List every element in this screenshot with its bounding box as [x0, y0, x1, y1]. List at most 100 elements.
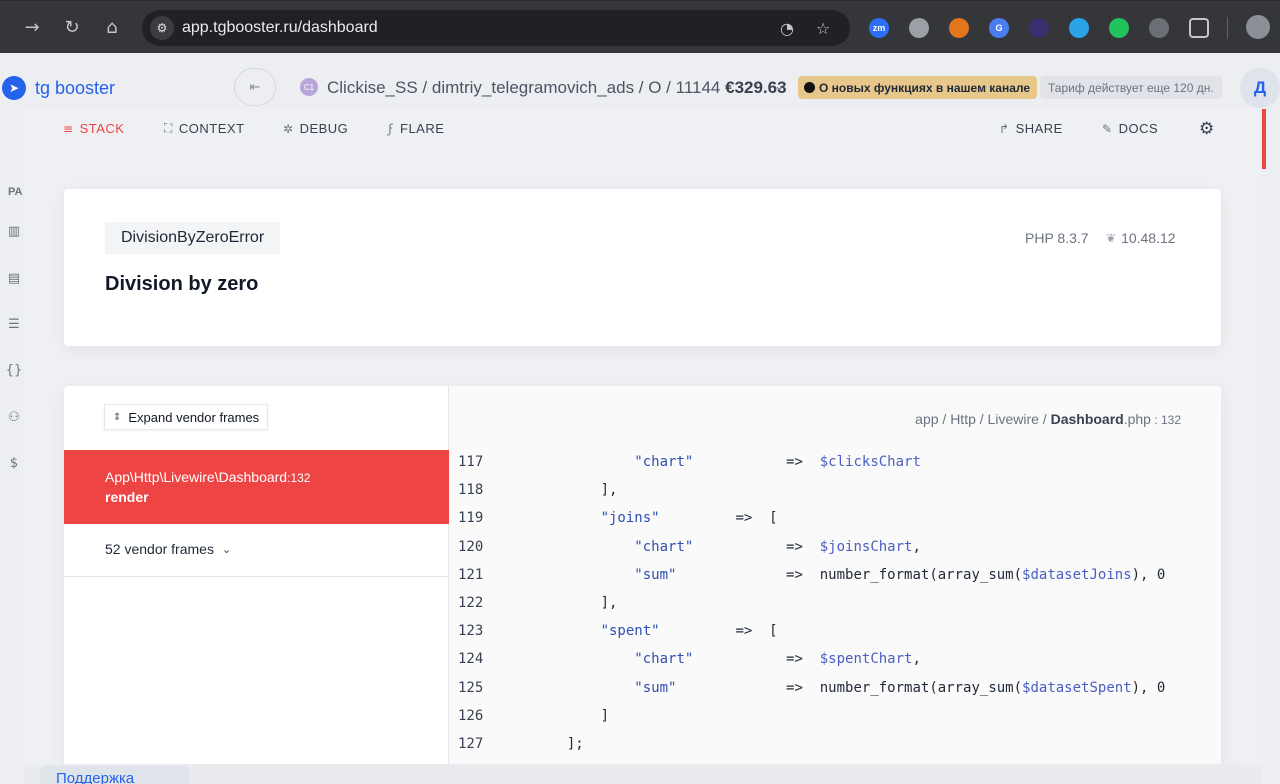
- code-braces-icon[interactable]: {}: [6, 362, 23, 378]
- file-ext: .php: [1123, 411, 1151, 427]
- file-path[interactable]: app / Http / Livewire / Dashboard.php : …: [915, 411, 1181, 427]
- news-text: О новых функциях в нашем канале: [819, 80, 1031, 95]
- telegram-extension-icon[interactable]: [1069, 18, 1089, 38]
- code-text: ],: [550, 594, 618, 611]
- code-text: ];: [550, 735, 584, 752]
- line-number: 119: [458, 510, 484, 527]
- puzzle-extensions-icon[interactable]: [1189, 18, 1209, 38]
- stack-frame-active[interactable]: App\Http\Livewire\Dashboard:132 render: [64, 450, 449, 524]
- chevron-down-icon: ⌄: [221, 542, 232, 556]
- telegram-icon: [804, 82, 815, 93]
- tariff-badge: Тариф действует еще 120 дн.: [1040, 76, 1222, 99]
- share-button[interactable]: ↱ SHARE: [999, 121, 1063, 136]
- frame-class-name: App\Http\Livewire\Dashboard: [105, 469, 288, 485]
- metamask-extension-icon[interactable]: [949, 18, 969, 38]
- bar-chart-icon[interactable]: ▥: [6, 223, 22, 239]
- frames-list: ⇕ Expand vendor frames App\Http\Livewire…: [64, 386, 449, 764]
- support-button[interactable]: Поддержка: [40, 766, 190, 784]
- code-snippet-panel: app / Http / Livewire / Dashboard.php : …: [449, 386, 1221, 764]
- expand-vendor-label: Expand vendor frames: [128, 409, 260, 425]
- translate-extension-icon[interactable]: G: [989, 18, 1009, 38]
- report-icon[interactable]: ▤: [6, 270, 22, 286]
- laravel-icon: ❦: [1106, 231, 1117, 245]
- share-icon: ↱: [999, 121, 1010, 136]
- php-version: PHP 8.3.7: [1025, 230, 1089, 246]
- file-name: Dashboard: [1050, 411, 1124, 427]
- bug-icon: ✲: [283, 121, 294, 136]
- frame-line: 132: [290, 471, 311, 485]
- forward-icon[interactable]: →: [17, 12, 47, 42]
- vpn-extension-icon[interactable]: [1029, 18, 1049, 38]
- sidebar-section-label: PA: [8, 186, 23, 198]
- bookmark-star-icon[interactable]: ☆: [811, 16, 835, 40]
- code-text: ],: [550, 482, 618, 499]
- line-number: 117: [458, 454, 484, 470]
- home-icon[interactable]: ⌂: [97, 12, 127, 42]
- code-line: 127 ];: [449, 731, 1201, 759]
- address-bar[interactable]: ⚙ app.tgbooster.ru/dashboard ◔ ☆: [142, 10, 850, 46]
- url-text[interactable]: app.tgbooster.ru/dashboard: [182, 19, 378, 37]
- code-text: "chart" => $joinsChart,: [634, 538, 921, 555]
- zoom-extension-icon[interactable]: zm: [869, 18, 889, 38]
- code-text: "chart" => $spentChart,: [634, 651, 921, 668]
- performance-icon[interactable]: ◔: [775, 16, 799, 40]
- code-line: 125 "sum" => number_format(array_sum($da…: [449, 675, 1201, 703]
- code-line: 117 "chart" => $clicksChart: [449, 449, 1201, 477]
- tab-context-label: CONTEXT: [178, 121, 245, 136]
- line-number: 123: [458, 623, 484, 640]
- line-number: 126: [458, 707, 484, 724]
- expand-vendor-frames-button[interactable]: ⇕ Expand vendor frames: [104, 404, 269, 430]
- code-text: "sum" => number_format(array_sum($datase…: [634, 566, 1166, 583]
- tab-context[interactable]: ⛶ CONTEXT: [164, 121, 245, 136]
- stack-extension-icon[interactable]: [909, 18, 929, 38]
- vendor-frames-toggle[interactable]: 52 vendor frames ⌄: [64, 524, 449, 577]
- line-number: 124: [458, 651, 484, 668]
- laravel-version: ❦ 10.48.12: [1106, 230, 1176, 246]
- toolbar-separator: [1227, 17, 1228, 39]
- docs-button[interactable]: ✎ DOCS: [1102, 121, 1158, 136]
- user-avatar[interactable]: Д: [1240, 68, 1280, 108]
- line-number: 127: [458, 735, 484, 752]
- tab-debug[interactable]: ✲ DEBUG: [283, 121, 348, 136]
- reload-icon[interactable]: ↻: [57, 12, 87, 42]
- stack-trace-card: ⇕ Expand vendor frames App\Http\Livewire…: [64, 386, 1221, 764]
- grey-extension-icon[interactable]: [1149, 18, 1169, 38]
- line-number: 125: [458, 679, 484, 696]
- code-line: 121 "sum" => number_format(array_sum($da…: [449, 562, 1201, 590]
- code-line: 126 ]: [449, 703, 1201, 731]
- frame-method: render: [105, 489, 149, 505]
- exception-message: Division by zero: [105, 273, 259, 295]
- stack-icon: ≡: [63, 121, 74, 136]
- code-text: "spent" => [: [600, 623, 778, 640]
- news-banner[interactable]: О новых функциях в нашем канале: [798, 76, 1038, 99]
- code-line: 123 "spent" => [: [449, 618, 1201, 646]
- green-extension-icon[interactable]: [1109, 18, 1129, 38]
- exception-class[interactable]: DivisionByZeroError: [105, 222, 281, 254]
- share-label: SHARE: [1015, 121, 1063, 136]
- breadcrumb-path: Clickise_SS / dimtriy_telegramovich_ads …: [327, 78, 721, 97]
- code-text: "chart" => $clicksChart: [634, 454, 921, 470]
- sidebar: [0, 109, 24, 784]
- expand-icon: ⇕: [113, 411, 122, 423]
- tab-debug-label: DEBUG: [299, 121, 349, 136]
- tab-stack[interactable]: ≡ STACK: [63, 121, 124, 136]
- file-dir: app / Http / Livewire /: [915, 411, 1051, 427]
- browser-toolbar: → ↻ ⌂ ⚙ app.tgbooster.ru/dashboard ◔ ☆ z…: [0, 0, 1280, 53]
- docs-icon: ✎: [1102, 121, 1113, 136]
- site-settings-icon[interactable]: ⚙: [150, 16, 174, 40]
- code-line: 120 "chart" => $joinsChart,: [449, 534, 1201, 562]
- list-icon[interactable]: ☰: [6, 316, 22, 332]
- chevron-down-icon[interactable]: ⌄: [774, 78, 785, 94]
- error-nav: ≡ STACK ⛶ CONTEXT ✲ DEBUG ϝ FLARE ↱ SHAR…: [24, 109, 1262, 149]
- profile-avatar[interactable]: [1246, 15, 1270, 39]
- exception-summary-card: DivisionByZeroError Division by zero PHP…: [64, 189, 1221, 346]
- right-gutter: [1262, 109, 1280, 784]
- collapse-sidebar-button[interactable]: ⇤: [234, 68, 276, 106]
- scroll-indicator: [1262, 109, 1266, 169]
- app-logo[interactable]: tg booster: [35, 78, 115, 99]
- tab-flare[interactable]: ϝ FLARE: [388, 121, 444, 136]
- dollar-icon[interactable]: $: [6, 455, 22, 471]
- settings-gear-icon[interactable]: ⚙: [1199, 119, 1214, 139]
- users-icon[interactable]: ⚇: [6, 409, 22, 425]
- breadcrumb[interactable]: Clickise_SS / dimtriy_telegramovich_ads …: [327, 78, 787, 98]
